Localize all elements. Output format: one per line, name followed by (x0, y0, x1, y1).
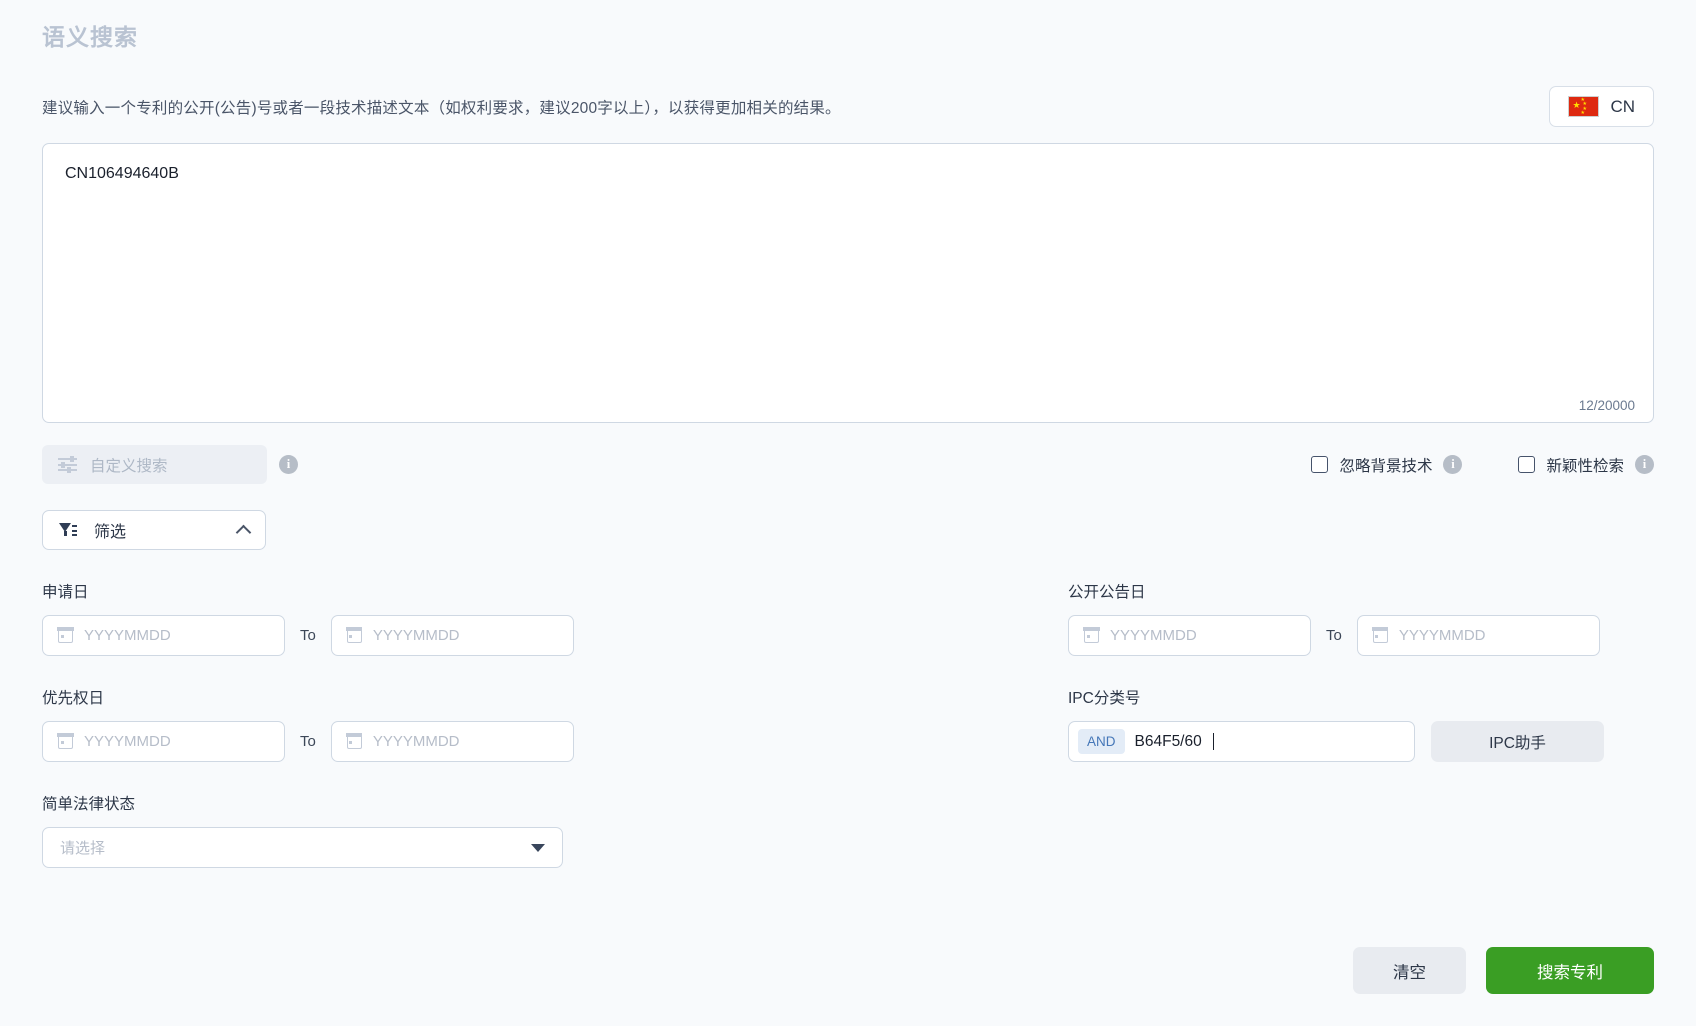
novelty-search-info-icon[interactable]: i (1635, 455, 1654, 474)
language-label: CN (1610, 96, 1635, 116)
language-button[interactable]: ★ ★ ★ ★ ★ CN (1549, 86, 1654, 127)
date-range-separator: To (300, 733, 316, 750)
field-ipc: IPC分类号 AND B64F5/60 IPC助手 (1068, 686, 1654, 762)
custom-search-group: 自定义搜索 i (42, 445, 298, 484)
ipc-label: IPC分类号 (1068, 690, 1141, 707)
cn-flag-icon: ★ ★ ★ ★ ★ (1568, 96, 1600, 117)
legal-status-placeholder: 请选择 (60, 840, 106, 857)
placeholder-text: YYYYMMDD (1110, 627, 1197, 644)
calendar-icon (57, 627, 74, 643)
date-range-separator: To (300, 627, 316, 644)
field-application-date: 申请日 YYYYMMDD To YYYYMMDD (42, 580, 628, 656)
placeholder-text: YYYYMMDD (372, 627, 460, 644)
placeholder-text: YYYYMMDD (372, 733, 460, 750)
checkbox-label: 忽略背景技术 (1339, 457, 1433, 475)
application-date-row: YYYYMMDD To YYYYMMDD (42, 615, 628, 656)
field-priority-date: 优先权日 YYYYMMDD To YYYYMMDD (42, 686, 628, 762)
field-legal-status: 简单法律状态 请选择 (42, 792, 628, 868)
clear-button[interactable]: 清空 (1353, 947, 1466, 994)
date-range-separator: To (1326, 627, 1342, 644)
legal-status-select[interactable]: 请选择 (42, 827, 563, 868)
filler-cell (1068, 792, 1654, 898)
chevron-up-icon (235, 524, 252, 540)
description-row: 建议输入一个专利的公开(公告)号或者一段技术描述文本（如权利要求，建议200字以… (42, 86, 1654, 127)
ipc-helper-button[interactable]: IPC助手 (1431, 721, 1604, 762)
footer-actions: 清空 搜索专利 (1353, 947, 1654, 994)
ipc-value: B64F5/60 (1134, 732, 1202, 750)
application-date-to-input[interactable]: YYYYMMDD (330, 615, 574, 656)
publication-date-row: YYYYMMDD To YYYYMMDD (1068, 615, 1654, 656)
page-title: 语义搜索 (42, 24, 138, 50)
query-text-value: CN106494640B (65, 165, 179, 182)
application-date-from-input[interactable]: YYYYMMDD (42, 615, 285, 656)
ipc-operator-badge[interactable]: AND (1078, 729, 1125, 754)
priority-date-row: YYYYMMDD To YYYYMMDD (42, 721, 628, 762)
calendar-icon (57, 733, 74, 749)
checkbox-label: 新颖性检索 (1546, 457, 1624, 475)
chevron-down-icon (531, 843, 545, 852)
options-row: 自定义搜索 i 忽略背景技术 i 新颖性检索 i (42, 445, 1654, 484)
search-patent-button[interactable]: 搜索专利 (1486, 947, 1654, 994)
placeholder-text: YYYYMMDD (84, 627, 171, 644)
calendar-icon (346, 627, 363, 643)
priority-date-from-input[interactable]: YYYYMMDD (42, 721, 285, 762)
search-description: 建议输入一个专利的公开(公告)号或者一段技术描述文本（如权利要求，建议200字以… (42, 99, 841, 117)
custom-search-button[interactable]: 自定义搜索 (42, 445, 267, 484)
ignore-background-info-icon[interactable]: i (1443, 455, 1463, 474)
semantic-search-page: 语义搜索 建议输入一个专利的公开(公告)号或者一段技术描述文本（如权利要求，建议… (0, 0, 1696, 1026)
publication-date-from-input[interactable]: YYYYMMDD (1068, 615, 1311, 656)
sliders-icon (58, 456, 77, 473)
application-date-label: 申请日 (42, 584, 89, 601)
priority-date-to-input[interactable]: YYYYMMDD (330, 721, 574, 762)
calendar-icon (1083, 627, 1100, 643)
funnel-icon (59, 522, 77, 538)
custom-search-info-icon[interactable]: i (279, 455, 298, 474)
checkbox-box[interactable] (1311, 456, 1329, 473)
filters-grid: 申请日 YYYYMMDD To YYYYMMDD 公开公告日 YYYYMMDD (42, 580, 1654, 898)
legal-status-label: 简单法律状态 (42, 796, 136, 813)
checkbox-group: 忽略背景技术 i 新颖性检索 i (1311, 454, 1654, 476)
query-textarea[interactable]: CN106494640B 12/20000 (42, 143, 1654, 423)
placeholder-text: YYYYMMDD (84, 733, 171, 750)
placeholder-text: YYYYMMDD (1398, 627, 1486, 644)
checkbox-novelty-search[interactable]: 新颖性检索 i (1518, 454, 1654, 476)
ipc-row: AND B64F5/60 IPC助手 (1068, 721, 1654, 762)
text-caret (1212, 733, 1214, 750)
priority-date-label: 优先权日 (42, 690, 105, 707)
checkbox-box[interactable] (1518, 456, 1536, 473)
character-counter: 12/20000 (1578, 398, 1635, 413)
checkbox-ignore-background[interactable]: 忽略背景技术 i (1311, 454, 1463, 476)
publication-date-to-input[interactable]: YYYYMMDD (1356, 615, 1600, 656)
publication-date-label: 公开公告日 (1068, 584, 1146, 601)
custom-search-label: 自定义搜索 (90, 457, 168, 475)
calendar-icon (346, 733, 363, 749)
field-publication-date: 公开公告日 YYYYMMDD To YYYYMMDD (1068, 580, 1654, 656)
filter-toggle-button[interactable]: 筛选 (42, 510, 266, 550)
calendar-icon (1372, 627, 1389, 643)
ipc-input[interactable]: AND B64F5/60 (1068, 721, 1415, 762)
filter-toggle-label: 筛选 (94, 524, 127, 541)
